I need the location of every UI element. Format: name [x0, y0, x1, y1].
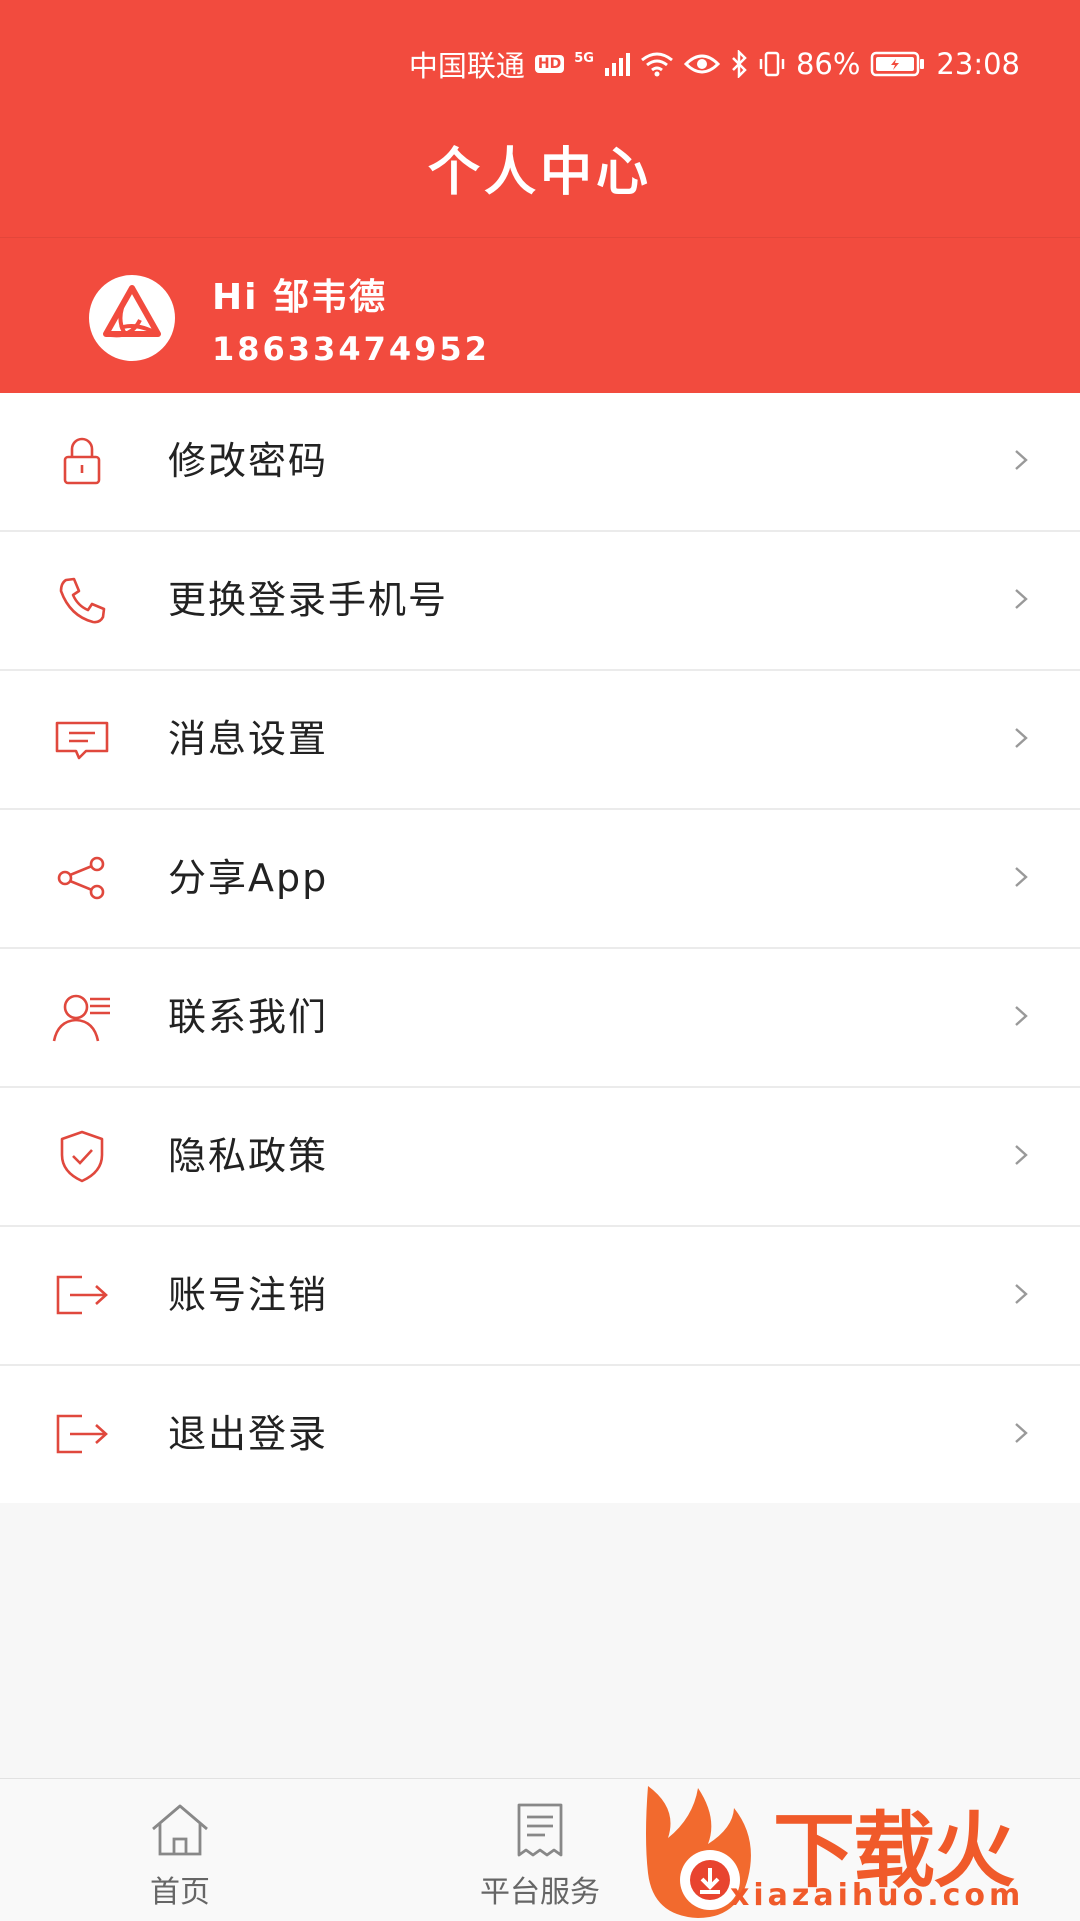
menu-item-change-password[interactable]: 修改密码	[0, 393, 1080, 532]
menu-item-label: 修改密码	[168, 439, 329, 483]
settings-menu: 修改密码 更换登录手机号 消息设置 分享App 联系我们 隐私政策 账号注销 退…	[0, 393, 1080, 1503]
menu-item-contact-us[interactable]: 联系我们	[0, 949, 1080, 1088]
avatar-logo-icon	[89, 275, 175, 361]
home-icon	[152, 1804, 208, 1856]
menu-item-share-app[interactable]: 分享App	[0, 810, 1080, 949]
menu-item-label: 退出登录	[168, 1412, 329, 1456]
message-icon	[55, 721, 109, 760]
menu-item-privacy-policy[interactable]: 隐私政策	[0, 1088, 1080, 1227]
watermark-url: xiazaihuo.com	[730, 1878, 1025, 1913]
battery-icon	[871, 51, 925, 77]
chevron-right-icon	[1015, 1145, 1028, 1165]
page-title: 个人中心	[427, 143, 652, 203]
chevron-right-icon	[1015, 1006, 1028, 1026]
app-header: 中国联通 HD 5G 86% 23:08 个人中心 Hi 邹韦德 1863347…	[0, 0, 1080, 393]
nav-tab-label: 平台服务	[480, 1875, 600, 1910]
wifi-icon	[641, 52, 673, 77]
carrier-text: 中国联通	[408, 49, 525, 83]
nav-tab-label: 首页	[150, 1875, 210, 1910]
chevron-right-icon	[1015, 1423, 1028, 1443]
chevron-right-icon	[1015, 1284, 1028, 1304]
chevron-right-icon	[1015, 867, 1028, 887]
shield-icon	[60, 1130, 104, 1183]
clock-time: 23:08	[936, 47, 1020, 81]
bluetooth-icon	[732, 50, 747, 78]
exit-icon	[56, 1275, 108, 1315]
eye-icon	[683, 54, 720, 74]
hd-badge: HD	[534, 55, 565, 73]
menu-item-label: 账号注销	[168, 1273, 329, 1317]
chevron-right-icon	[1015, 728, 1028, 748]
battery-percent: 86%	[795, 47, 861, 81]
phone-icon	[59, 577, 106, 624]
chevron-right-icon	[1015, 589, 1028, 609]
chevron-right-icon	[1015, 450, 1028, 470]
menu-item-label: 联系我们	[168, 995, 329, 1039]
network-type: 5G	[574, 50, 594, 66]
menu-item-logout[interactable]: 退出登录	[0, 1366, 1080, 1503]
menu-item-delete-account[interactable]: 账号注销	[0, 1227, 1080, 1366]
watermark-logo: 下载火 xiazaihuo.com	[638, 1778, 1080, 1920]
signal-icon	[604, 53, 630, 76]
user-phone: 18633474952	[212, 330, 490, 368]
share-icon	[57, 856, 105, 900]
contact-icon	[52, 994, 110, 1042]
menu-item-message-settings[interactable]: 消息设置	[0, 671, 1080, 810]
nav-tab-platform-services[interactable]: 平台服务	[430, 1779, 650, 1921]
exit-icon	[56, 1414, 108, 1454]
header-divider	[0, 237, 1080, 238]
lock-icon	[63, 437, 101, 485]
status-bar: 中国联通 HD 5G 86% 23:08	[409, 44, 1020, 84]
menu-item-label: 隐私政策	[168, 1134, 329, 1178]
vibrate-icon	[759, 51, 785, 77]
menu-item-label: 消息设置	[168, 717, 329, 761]
receipt-icon	[517, 1803, 563, 1857]
menu-item-change-phone[interactable]: 更换登录手机号	[0, 532, 1080, 671]
nav-tab-home[interactable]: 首页	[70, 1779, 290, 1921]
profile-card: Hi 邹韦德 18633474952	[0, 240, 1080, 393]
menu-item-label: 更换登录手机号	[168, 578, 449, 622]
user-greeting: Hi 邹韦德	[212, 277, 388, 318]
menu-item-label: 分享App	[168, 856, 329, 900]
